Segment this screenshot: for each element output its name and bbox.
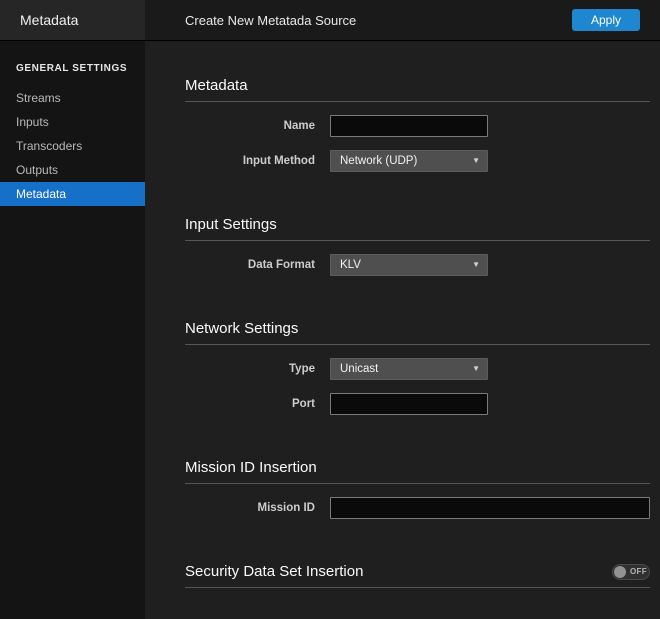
sidebar-item-metadata[interactable]: Metadata	[0, 182, 145, 206]
main-content: Metadata Name Input Method Network (UDP)…	[145, 41, 660, 619]
section-title-security: Security Data Set Insertion	[185, 563, 363, 580]
page-title: Create New Metatada Source	[185, 13, 356, 28]
section-title-mission-id: Mission ID Insertion	[185, 459, 317, 476]
sidebar: GENERAL SETTINGS Streams Inputs Transcod…	[0, 41, 145, 619]
input-method-value: Network (UDP)	[340, 155, 417, 167]
sidebar-item-outputs[interactable]: Outputs	[0, 158, 145, 182]
section-input-settings: Input Settings Data Format KLV ▼	[185, 216, 650, 276]
toggle-state-label: OFF	[630, 567, 647, 576]
type-select[interactable]: Unicast ▼	[330, 358, 488, 380]
name-label: Name	[185, 120, 315, 132]
sidebar-item-inputs[interactable]: Inputs	[0, 110, 145, 134]
sidebar-item-streams[interactable]: Streams	[0, 86, 145, 110]
type-label: Type	[185, 363, 315, 375]
sidebar-item-transcoders[interactable]: Transcoders	[0, 134, 145, 158]
sidebar-section-label: GENERAL SETTINGS	[0, 53, 145, 86]
section-network-settings: Network Settings Type Unicast ▼ Port	[185, 320, 650, 415]
section-mission-id: Mission ID Insertion Mission ID	[185, 459, 650, 519]
type-value: Unicast	[340, 363, 378, 375]
section-title-input-settings: Input Settings	[185, 216, 277, 233]
chevron-down-icon: ▼	[472, 365, 480, 373]
section-metadata: Metadata Name Input Method Network (UDP)…	[185, 77, 650, 172]
data-format-select[interactable]: KLV ▼	[330, 254, 488, 276]
section-title-network-settings: Network Settings	[185, 320, 298, 337]
data-format-value: KLV	[340, 259, 361, 271]
section-title-metadata: Metadata	[185, 77, 248, 94]
mission-id-label: Mission ID	[185, 502, 315, 514]
input-method-select[interactable]: Network (UDP) ▼	[330, 150, 488, 172]
page-header: Create New Metatada Source Apply	[145, 0, 660, 40]
sidebar-title: Metadata	[20, 12, 78, 28]
chevron-down-icon: ▼	[472, 157, 480, 165]
name-input[interactable]	[330, 115, 488, 137]
data-format-label: Data Format	[185, 259, 315, 271]
sidebar-header: Metadata	[0, 0, 145, 40]
apply-button[interactable]: Apply	[572, 9, 640, 31]
security-toggle[interactable]: OFF	[612, 564, 650, 580]
chevron-down-icon: ▼	[472, 261, 480, 269]
port-input[interactable]	[330, 393, 488, 415]
port-label: Port	[185, 398, 315, 410]
section-security: Security Data Set Insertion OFF	[185, 563, 650, 588]
top-bar: Metadata Create New Metatada Source Appl…	[0, 0, 660, 41]
input-method-label: Input Method	[185, 155, 315, 167]
mission-id-input[interactable]	[330, 497, 650, 519]
toggle-knob-icon	[614, 566, 626, 578]
